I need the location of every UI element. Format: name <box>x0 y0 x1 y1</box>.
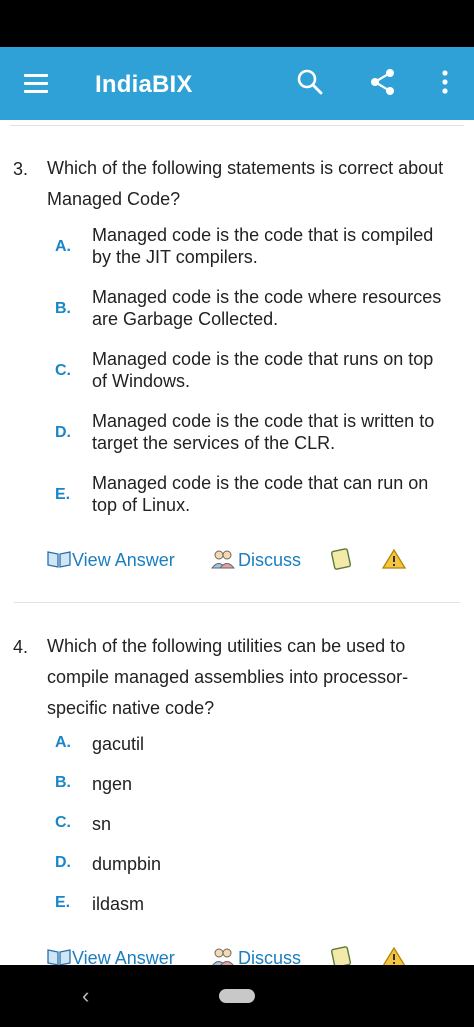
navigation-bar: ‹ <box>0 965 474 1027</box>
status-bar <box>0 0 474 47</box>
option-text: Managed code is the code that is compile… <box>92 224 462 268</box>
warning-icon[interactable] <box>381 548 407 570</box>
option-text: sn <box>92 814 112 834</box>
option-letter: D. <box>55 424 71 441</box>
share-icon[interactable] <box>366 65 400 99</box>
option-text: gacutil <box>92 734 145 754</box>
option-text: dumpbin <box>92 854 162 874</box>
question-text-line: compile managed assemblies into processo… <box>47 667 409 687</box>
app-bar: IndiaBIX <box>0 47 474 120</box>
more-options-icon[interactable] <box>428 65 462 99</box>
divider <box>10 125 464 126</box>
option-letter: A. <box>55 734 71 751</box>
app-title: IndiaBIX <box>95 71 193 98</box>
menu-icon[interactable] <box>24 71 50 95</box>
question-text-line: Managed Code? <box>47 189 181 209</box>
option-text-line: Managed code is the code that runs on to… <box>92 349 434 369</box>
option-letter: B. <box>55 774 71 791</box>
question-text: Which of the following statements is cor… <box>47 153 465 215</box>
question-actions: View Answer Discuss <box>0 546 474 576</box>
people-icon[interactable] <box>210 548 236 570</box>
question-text-line: Which of the following utilities can be … <box>47 636 406 656</box>
option-text-line: top of Linux. <box>92 495 191 515</box>
home-pill[interactable] <box>219 989 255 1003</box>
discuss-link[interactable]: Discuss <box>238 550 301 571</box>
option-text-line: of Windows. <box>92 371 191 391</box>
option-text-line: Managed code is the code that is written… <box>92 411 435 431</box>
question-number: 4. <box>13 637 29 657</box>
option-text: Managed code is the code that runs on to… <box>92 348 462 392</box>
question-text-line: specific native code? <box>47 698 215 718</box>
option-text: ngen <box>92 774 133 794</box>
option-letter: B. <box>55 300 71 317</box>
question-text-line: Which of the following statements is cor… <box>47 158 444 178</box>
option-text-line: by the JIT compilers. <box>92 247 258 267</box>
option-letter: D. <box>55 854 71 871</box>
option-letter: C. <box>55 362 71 379</box>
book-icon[interactable] <box>46 548 72 570</box>
search-icon[interactable] <box>293 65 327 99</box>
view-answer-link[interactable]: View Answer <box>72 550 175 571</box>
option-text: Managed code is the code that is written… <box>92 410 462 454</box>
option-letter: E. <box>55 486 71 503</box>
question-text: Which of the following utilities can be … <box>47 631 465 724</box>
option-text: Managed code is the code that can run on… <box>92 472 462 516</box>
option-text-line: Managed code is the code that can run on <box>92 473 429 493</box>
option-text-line: are Garbage Collected. <box>92 309 279 329</box>
divider <box>14 602 460 603</box>
option-letter: A. <box>55 238 71 255</box>
option-text-line: Managed code is the code where resources <box>92 287 442 307</box>
option-text: ildasm <box>92 894 145 914</box>
option-text-line: target the services of the CLR. <box>92 433 336 453</box>
back-icon[interactable]: ‹ <box>82 983 89 1009</box>
notebook-icon[interactable] <box>329 548 355 570</box>
option-letter: C. <box>55 814 71 831</box>
question-number: 3. <box>13 159 29 179</box>
option-letter: E. <box>55 894 71 911</box>
option-text-line: Managed code is the code that is compile… <box>92 225 434 245</box>
option-text: Managed code is the code where resources… <box>92 286 462 330</box>
